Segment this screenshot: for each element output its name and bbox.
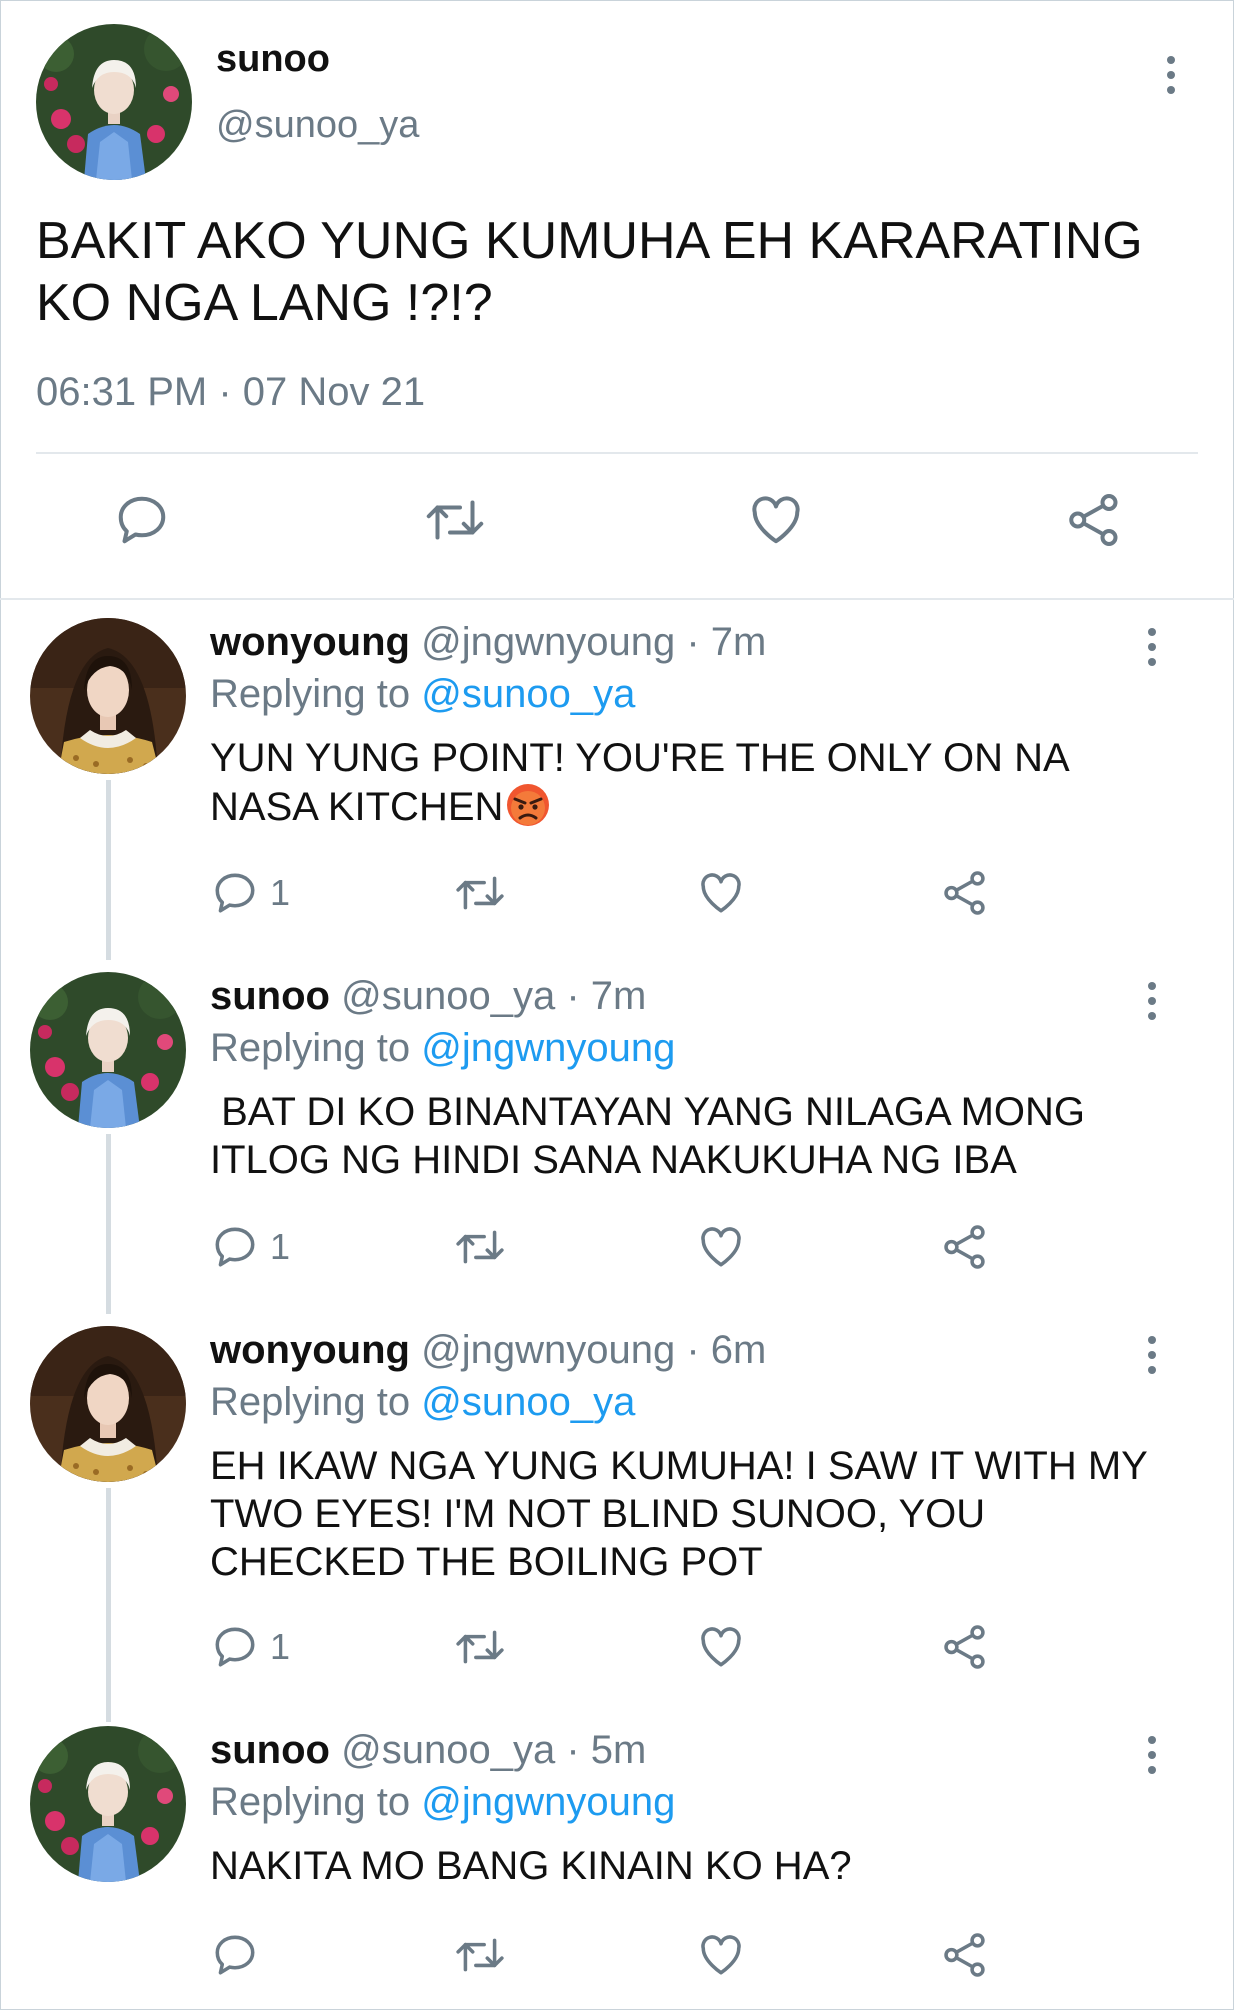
- replying-to-label: Replying to: [210, 672, 411, 716]
- comment-count: 1: [270, 872, 291, 913]
- author-handle[interactable]: @sunoo_ya: [216, 104, 419, 147]
- heart-icon[interactable]: [696, 1930, 746, 1980]
- replying-to: Replying to @sunoo_ya: [210, 672, 635, 717]
- reply-header: sunoo @sunoo_ya · 7m: [210, 974, 646, 1019]
- reply-time: · 7m: [566, 974, 647, 1018]
- author-handle[interactable]: @sunoo_ya: [341, 974, 555, 1018]
- share-icon[interactable]: [940, 1222, 990, 1272]
- mention-link[interactable]: @sunoo_ya: [421, 672, 635, 716]
- heart-icon[interactable]: [696, 868, 746, 918]
- replying-to: Replying to @sunoo_ya: [210, 1380, 635, 1425]
- comment-icon[interactable]: 1: [210, 868, 290, 918]
- reply-tweet[interactable]: wonyoung @jngwnyoung · 6m Replying to @s…: [0, 1326, 1234, 1706]
- reply-text-content: YUN YUNG POINT! YOU'RE THE ONLY ON NA NA…: [210, 736, 1068, 829]
- avatar-sunoo[interactable]: [36, 24, 192, 180]
- replying-to-label: Replying to: [210, 1380, 411, 1424]
- avatar-sunoo[interactable]: [30, 972, 186, 1128]
- mention-link[interactable]: @jngwnyoung: [421, 1026, 675, 1070]
- more-options-icon[interactable]: [1145, 1336, 1159, 1374]
- reply-tweet[interactable]: wonyoung @jngwnyoung · 7m Replying to @s…: [0, 618, 1234, 938]
- reply-actions: [0, 1930, 1234, 1990]
- more-options-icon[interactable]: [1145, 628, 1159, 666]
- reply-text: BAT DI KO BINANTAYAN YANG NILAGA MONG IT…: [210, 1090, 1097, 1182]
- heart-icon[interactable]: [696, 1222, 746, 1272]
- angry-face-emoji: [505, 782, 551, 828]
- divider: [36, 452, 1198, 454]
- reply-tweet[interactable]: sunoo @sunoo_ya · 7m Replying to @jngwny…: [0, 972, 1234, 1292]
- reply-time: · 5m: [566, 1728, 647, 1772]
- author-handle[interactable]: @sunoo_ya: [341, 1728, 555, 1772]
- avatar-wonyoung[interactable]: [30, 618, 186, 774]
- retweet-icon[interactable]: [452, 868, 508, 918]
- author-name[interactable]: wonyoung: [210, 1328, 410, 1372]
- mention-link[interactable]: @jngwnyoung: [421, 1780, 675, 1824]
- avatar-sunoo[interactable]: [30, 1726, 186, 1882]
- comment-icon[interactable]: [112, 490, 172, 550]
- reply-header: sunoo @sunoo_ya · 5m: [210, 1728, 646, 1773]
- author-handle[interactable]: @jngwnyoung: [421, 1328, 675, 1372]
- reply-actions: 1: [0, 1622, 1234, 1682]
- author-handle[interactable]: @jngwnyoung: [421, 620, 675, 664]
- retweet-icon[interactable]: [452, 1930, 508, 1980]
- reply-tweet[interactable]: sunoo @sunoo_ya · 5m Replying to @jngwny…: [0, 1726, 1234, 1996]
- tweet-text: BAKIT AKO YUNG KUMUHA EH KARARATING KO N…: [36, 212, 1143, 332]
- reply-text: NAKITA MO BANG KINAIN KO HA?: [210, 1844, 852, 1888]
- heart-icon[interactable]: [696, 1622, 746, 1672]
- retweet-icon[interactable]: [452, 1222, 508, 1272]
- share-icon[interactable]: [940, 1930, 990, 1980]
- reply-text: EH IKAW NGA YUNG KUMUHA! I SAW IT WITH M…: [210, 1444, 1148, 1584]
- tweet-timestamp: 06:31 PM · 07 Nov 21: [36, 370, 426, 414]
- main-tweet: sunoo @sunoo_ya BAKIT AKO YUNG KUMUHA EH…: [0, 0, 1234, 598]
- author-name[interactable]: sunoo: [210, 974, 330, 1018]
- reply-header: wonyoung @jngwnyoung · 6m: [210, 1328, 766, 1373]
- replying-to-label: Replying to: [210, 1026, 411, 1070]
- more-options-icon[interactable]: [1145, 1736, 1159, 1774]
- share-icon[interactable]: [940, 868, 990, 918]
- share-icon[interactable]: [940, 1622, 990, 1672]
- author-name[interactable]: sunoo: [210, 1728, 330, 1772]
- comment-icon[interactable]: 1: [210, 1622, 290, 1672]
- section-divider: [0, 598, 1234, 600]
- reply-time: · 6m: [686, 1328, 767, 1372]
- author-name[interactable]: wonyoung: [210, 620, 410, 664]
- comment-icon[interactable]: 1: [210, 1222, 290, 1272]
- reply-text: YUN YUNG POINT! YOU'RE THE ONLY ON NA NA…: [210, 734, 1170, 831]
- retweet-icon[interactable]: [452, 1622, 508, 1672]
- reply-time: · 7m: [686, 620, 767, 664]
- author-name[interactable]: sunoo: [216, 38, 330, 81]
- tweet-actions: [0, 490, 1234, 560]
- comment-count: 1: [270, 1626, 291, 1667]
- reply-actions: 1: [0, 868, 1234, 928]
- more-options-icon[interactable]: [1164, 56, 1178, 94]
- avatar-wonyoung[interactable]: [30, 1326, 186, 1482]
- heart-icon[interactable]: [746, 490, 806, 550]
- replying-to: Replying to @jngwnyoung: [210, 1780, 675, 1825]
- reply-header: wonyoung @jngwnyoung · 7m: [210, 620, 766, 665]
- mention-link[interactable]: @sunoo_ya: [421, 1380, 635, 1424]
- more-options-icon[interactable]: [1145, 982, 1159, 1020]
- replying-to-label: Replying to: [210, 1780, 411, 1824]
- share-icon[interactable]: [1064, 490, 1124, 550]
- replying-to: Replying to @jngwnyoung: [210, 1026, 675, 1071]
- comment-count: 1: [270, 1226, 291, 1267]
- retweet-icon[interactable]: [422, 490, 488, 550]
- comment-icon[interactable]: [210, 1930, 270, 1980]
- reply-actions: 1: [0, 1222, 1234, 1282]
